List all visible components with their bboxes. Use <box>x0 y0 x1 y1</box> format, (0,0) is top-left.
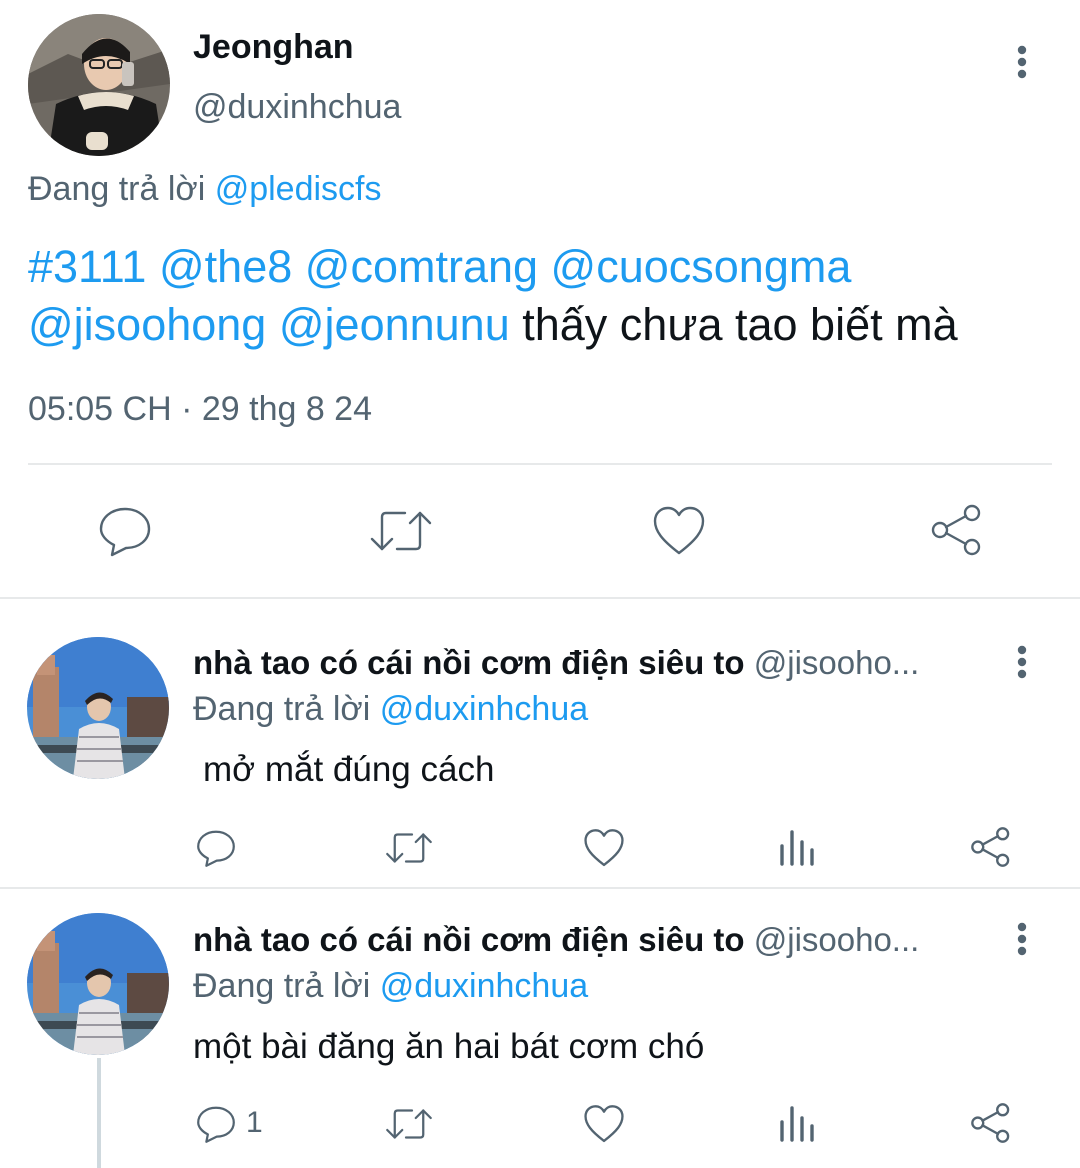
replying-to-link[interactable]: @duxinhchua <box>380 690 588 728</box>
like-icon[interactable] <box>583 828 625 868</box>
like-icon[interactable] <box>583 1104 625 1144</box>
reply-icon[interactable] <box>196 1104 236 1144</box>
reply-text: mở mắt đúng cách <box>203 750 495 789</box>
share-icon[interactable] <box>970 826 1012 868</box>
replying-to-label: Đang trả lời <box>193 690 380 728</box>
reply-count: 1 <box>246 1106 263 1139</box>
tweet-text: #3111 @the8 @comtrang @cuocsongma @jisoo… <box>28 238 1058 354</box>
avatar[interactable] <box>28 14 170 156</box>
avatar[interactable] <box>27 637 169 779</box>
share-icon[interactable] <box>970 1102 1012 1144</box>
reply-icon[interactable] <box>196 828 236 868</box>
replying-to-link[interactable]: @duxinhchua <box>380 967 588 1005</box>
reply-header: nhà tao có cái nồi cơm điện siêu to @jis… <box>193 921 919 959</box>
avatar[interactable] <box>27 913 169 1055</box>
more-options-icon[interactable] <box>1012 44 1032 84</box>
divider <box>28 463 1052 465</box>
views-icon[interactable] <box>778 828 816 868</box>
author-handle[interactable]: @jisooho... <box>754 644 920 681</box>
more-options-icon[interactable] <box>1012 921 1032 961</box>
timestamp[interactable]: 05:05 CH · 29 thg 8 24 <box>28 390 372 429</box>
like-icon[interactable] <box>652 505 706 557</box>
author-name[interactable]: nhà tao có cái nồi cơm điện siêu to <box>193 644 745 681</box>
views-icon[interactable] <box>778 1104 816 1144</box>
replying-to-link[interactable]: @plediscfs <box>215 170 382 208</box>
share-icon[interactable] <box>930 503 984 557</box>
replying-to-label: Đang trả lời <box>28 170 215 208</box>
replying-to: Đang trả lời @duxinhchua <box>193 967 588 1006</box>
author-handle[interactable]: @duxinhchua <box>193 88 401 127</box>
mention-link[interactable]: @cuocsongma <box>551 241 852 292</box>
replying-to: Đang trả lời @duxinhchua <box>193 690 588 729</box>
thread-line <box>97 1058 101 1168</box>
mention-link[interactable]: @comtrang <box>305 241 538 292</box>
retweet-icon[interactable] <box>369 505 433 557</box>
more-options-icon[interactable] <box>1012 644 1032 684</box>
hashtag-link[interactable]: #3111 <box>28 241 146 292</box>
retweet-icon[interactable] <box>385 828 433 868</box>
divider <box>0 887 1080 889</box>
divider <box>0 597 1080 599</box>
reply-header: nhà tao có cái nồi cơm điện siêu to @jis… <box>193 644 919 682</box>
mention-link[interactable]: @jisoohong <box>28 299 266 350</box>
replying-to-label: Đang trả lời <box>193 967 380 1005</box>
retweet-icon[interactable] <box>385 1104 433 1144</box>
author-name[interactable]: nhà tao có cái nồi cơm điện siêu to <box>193 921 745 958</box>
mention-link[interactable]: @jeonnunu <box>279 299 510 350</box>
reply-icon[interactable] <box>98 505 152 557</box>
mention-link[interactable]: @the8 <box>159 241 292 292</box>
replying-to: Đang trả lời @plediscfs <box>28 170 382 209</box>
author-name[interactable]: Jeonghan <box>193 28 354 67</box>
reply-text: một bài đăng ăn hai bát cơm chó <box>193 1027 705 1066</box>
author-handle[interactable]: @jisooho... <box>754 921 920 958</box>
tweet-text-tail: thấy chưa tao biết mà <box>522 299 958 350</box>
